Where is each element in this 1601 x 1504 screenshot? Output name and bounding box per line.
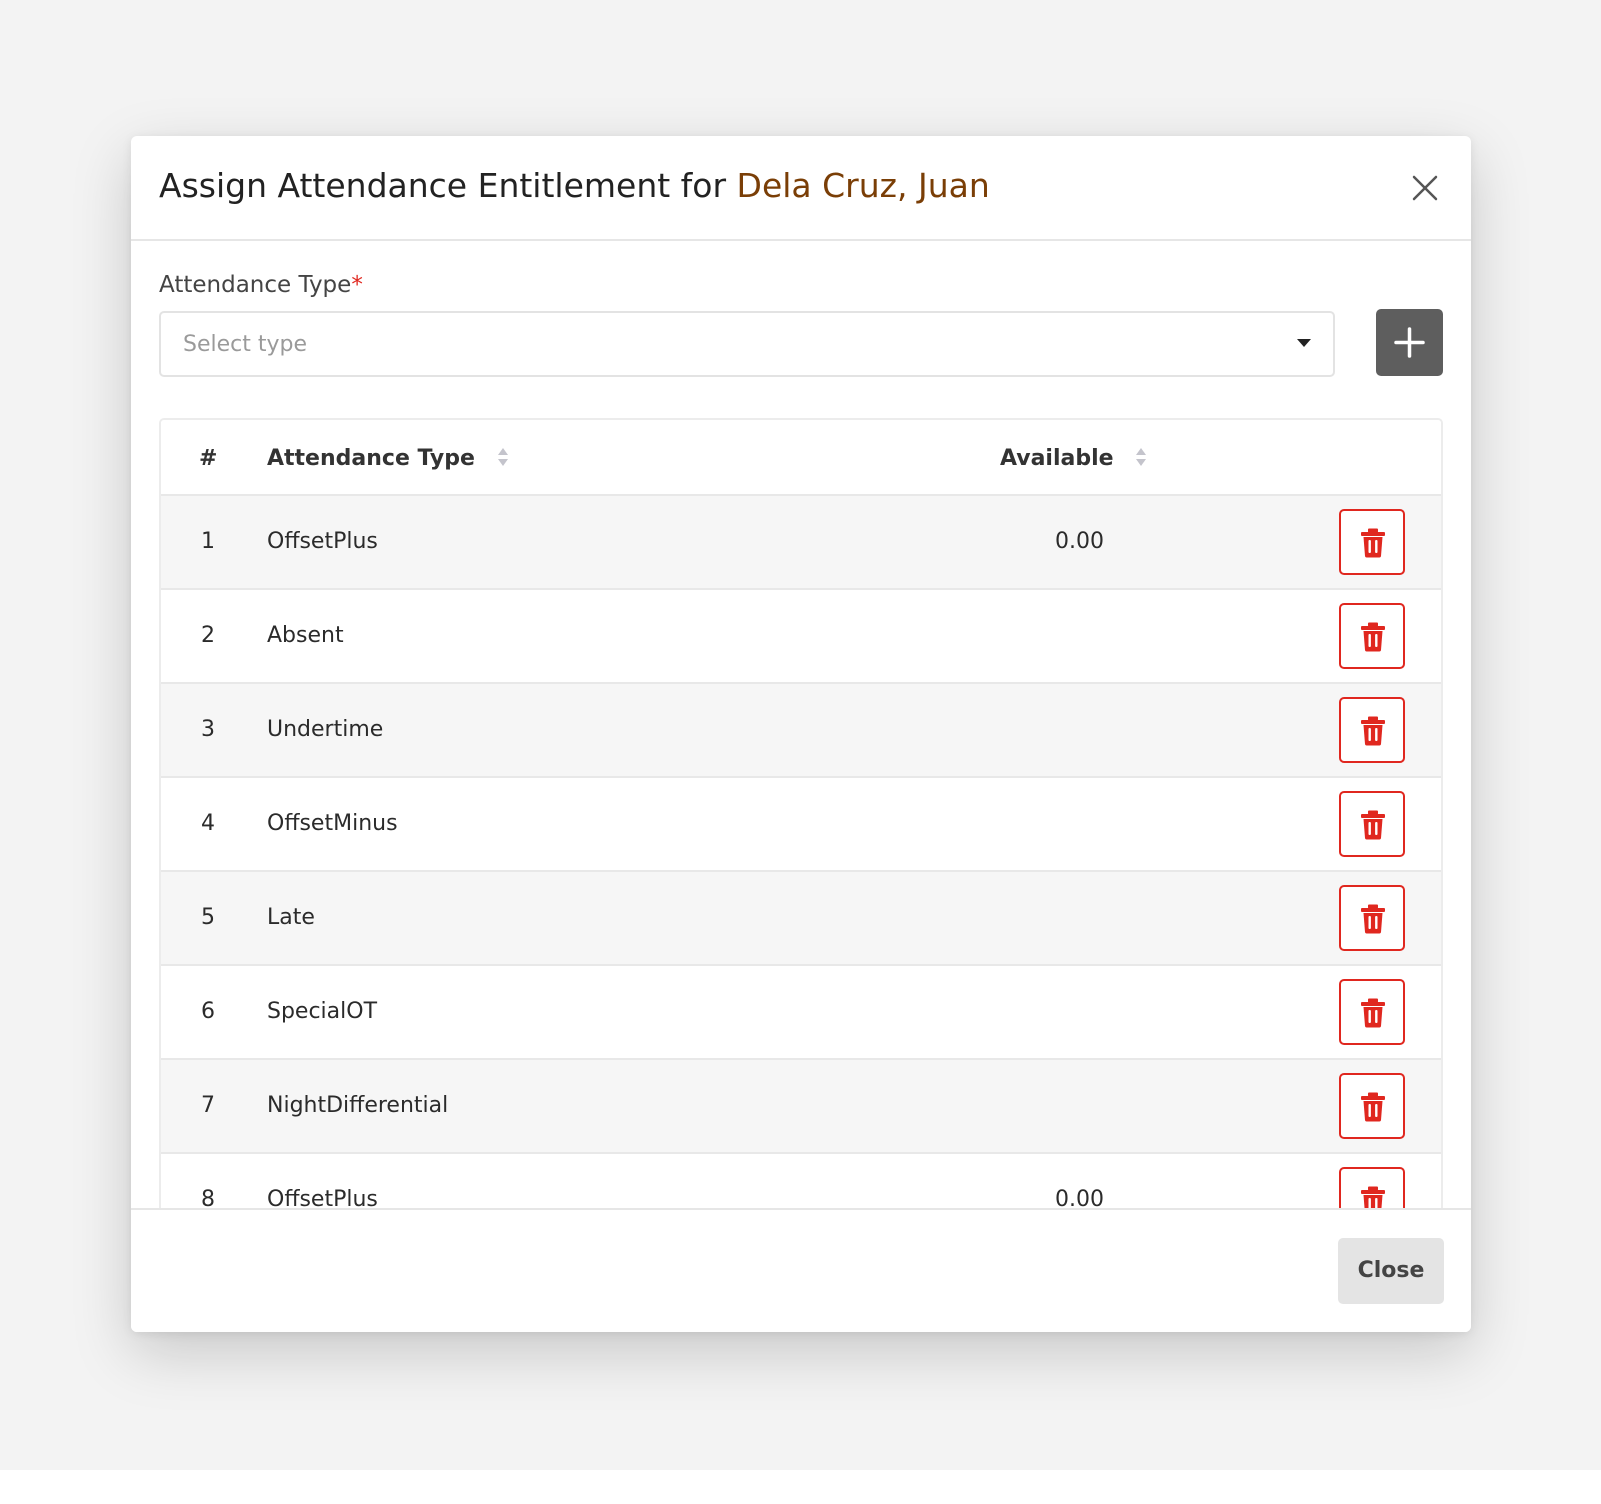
delete-button[interactable]	[1339, 979, 1405, 1045]
header-attendance-type[interactable]: Attendance Type	[267, 446, 509, 471]
close-button[interactable]: Close	[1338, 1238, 1444, 1304]
delete-button[interactable]	[1339, 509, 1405, 575]
sort-icon	[497, 448, 508, 466]
table-row: 7 NightDifferential	[161, 1060, 1441, 1154]
row-index: 2	[201, 623, 215, 648]
table-body: 1 OffsetPlus 0.00 2 Absent 3 Undertime 4…	[161, 496, 1441, 1248]
trash-icon	[1361, 998, 1385, 1028]
row-index: 6	[201, 999, 215, 1024]
table-row: 3 Undertime	[161, 684, 1441, 778]
delete-button[interactable]	[1339, 697, 1405, 763]
chevron-down-icon	[1297, 339, 1311, 347]
delete-button[interactable]	[1339, 791, 1405, 857]
entitlement-table: # Attendance Type Available 1 OffsetPlus…	[159, 418, 1443, 1332]
required-mark: *	[351, 272, 363, 298]
delete-button[interactable]	[1339, 1073, 1405, 1139]
table-row: 6 SpecialOT	[161, 966, 1441, 1060]
modal-footer	[131, 1210, 1471, 1332]
trash-icon	[1361, 904, 1385, 934]
row-index: 3	[201, 717, 215, 742]
row-index: 5	[201, 905, 215, 930]
close-icon[interactable]	[1403, 166, 1447, 210]
sort-icon	[1136, 448, 1147, 466]
table-row: 5 Late	[161, 872, 1441, 966]
plus-icon	[1394, 327, 1425, 358]
row-attendance-type: SpecialOT	[267, 999, 378, 1024]
header-available[interactable]: Available	[1000, 446, 1147, 471]
add-button[interactable]	[1376, 309, 1443, 376]
header-attendance-type-label: Attendance Type	[267, 446, 475, 471]
row-index: 4	[201, 811, 215, 836]
trash-icon	[1361, 810, 1385, 840]
modal-header: Assign Attendance Entitlement for Dela C…	[131, 136, 1471, 241]
table-header: # Attendance Type Available	[161, 420, 1441, 496]
attendance-type-label-text: Attendance Type	[159, 272, 352, 298]
modal-title-prefix: Assign Attendance Entitlement for	[159, 166, 727, 205]
table-row: 2 Absent	[161, 590, 1441, 684]
row-attendance-type: Absent	[267, 623, 344, 648]
trash-icon	[1361, 528, 1385, 558]
table-row: 1 OffsetPlus 0.00	[161, 496, 1441, 590]
trash-icon	[1361, 1092, 1385, 1122]
trash-icon	[1361, 622, 1385, 652]
row-attendance-type: Late	[267, 905, 315, 930]
row-attendance-type: Undertime	[267, 717, 384, 742]
trash-icon	[1361, 716, 1385, 746]
row-attendance-type: OffsetPlus	[267, 529, 378, 554]
attendance-type-label: Attendance Type*	[159, 272, 363, 298]
delete-button[interactable]	[1339, 885, 1405, 951]
header-available-label: Available	[1000, 446, 1114, 471]
row-available: 0.00	[1055, 529, 1104, 554]
table-row: 4 OffsetMinus	[161, 778, 1441, 872]
employee-name: Dela Cruz, Juan	[736, 166, 990, 205]
delete-button[interactable]	[1339, 603, 1405, 669]
attendance-type-select[interactable]: Select type	[159, 311, 1335, 377]
select-placeholder: Select type	[183, 332, 308, 357]
row-attendance-type: OffsetMinus	[267, 811, 398, 836]
header-index: #	[199, 446, 218, 471]
row-attendance-type: NightDifferential	[267, 1093, 449, 1118]
row-index: 1	[201, 529, 215, 554]
attendance-entitlement-modal: Assign Attendance Entitlement for Dela C…	[131, 136, 1471, 1332]
row-index: 7	[201, 1093, 215, 1118]
modal-title: Assign Attendance Entitlement for Dela C…	[159, 166, 990, 205]
